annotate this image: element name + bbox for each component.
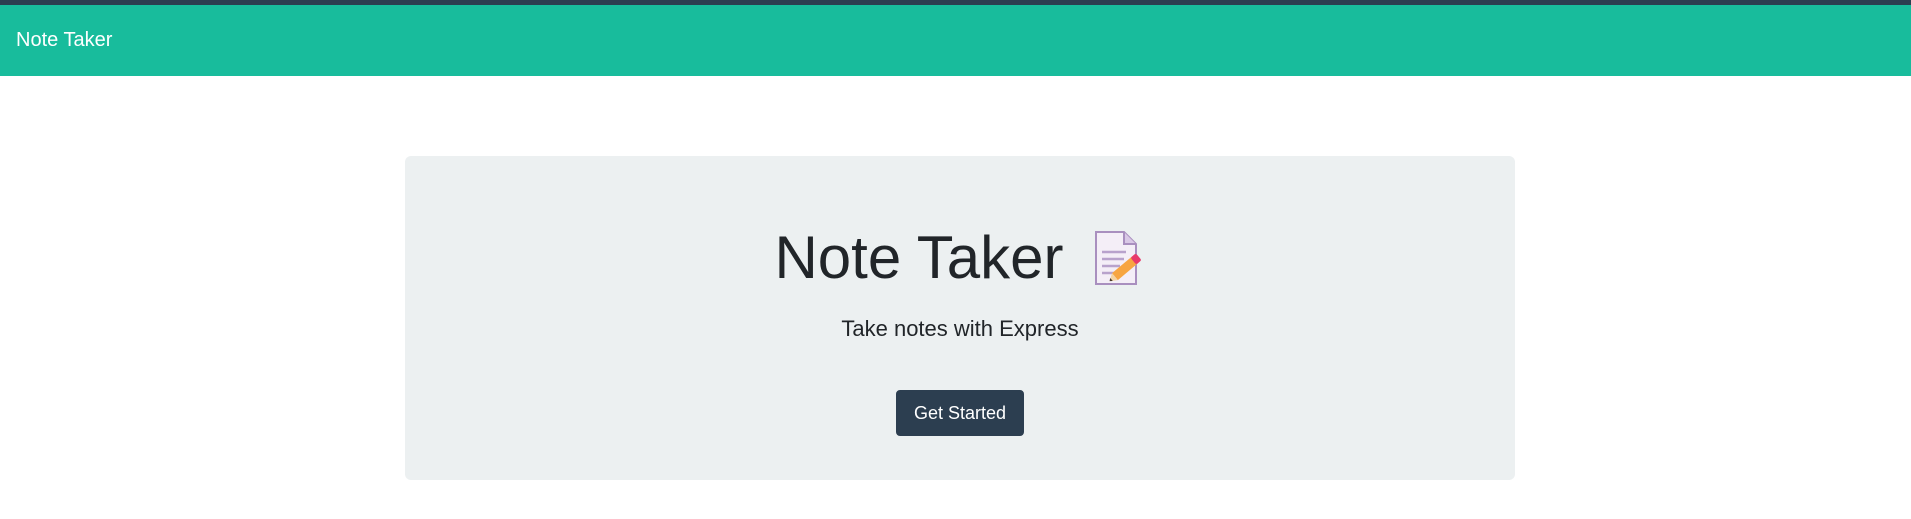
hero-subtitle: Take notes with Express bbox=[841, 316, 1079, 341]
get-started-button[interactable]: Get Started bbox=[895, 390, 1025, 436]
hero-jumbotron: Note Taker Take notes with Express Get S… bbox=[405, 156, 1515, 480]
navbar-brand-link[interactable]: Note Taker bbox=[16, 29, 112, 52]
memo-icon bbox=[1090, 228, 1146, 288]
hero-title: Note Taker bbox=[774, 224, 1064, 291]
top-navbar: Note Taker bbox=[0, 5, 1911, 76]
hero-title-row: Note Taker bbox=[774, 222, 1145, 294]
